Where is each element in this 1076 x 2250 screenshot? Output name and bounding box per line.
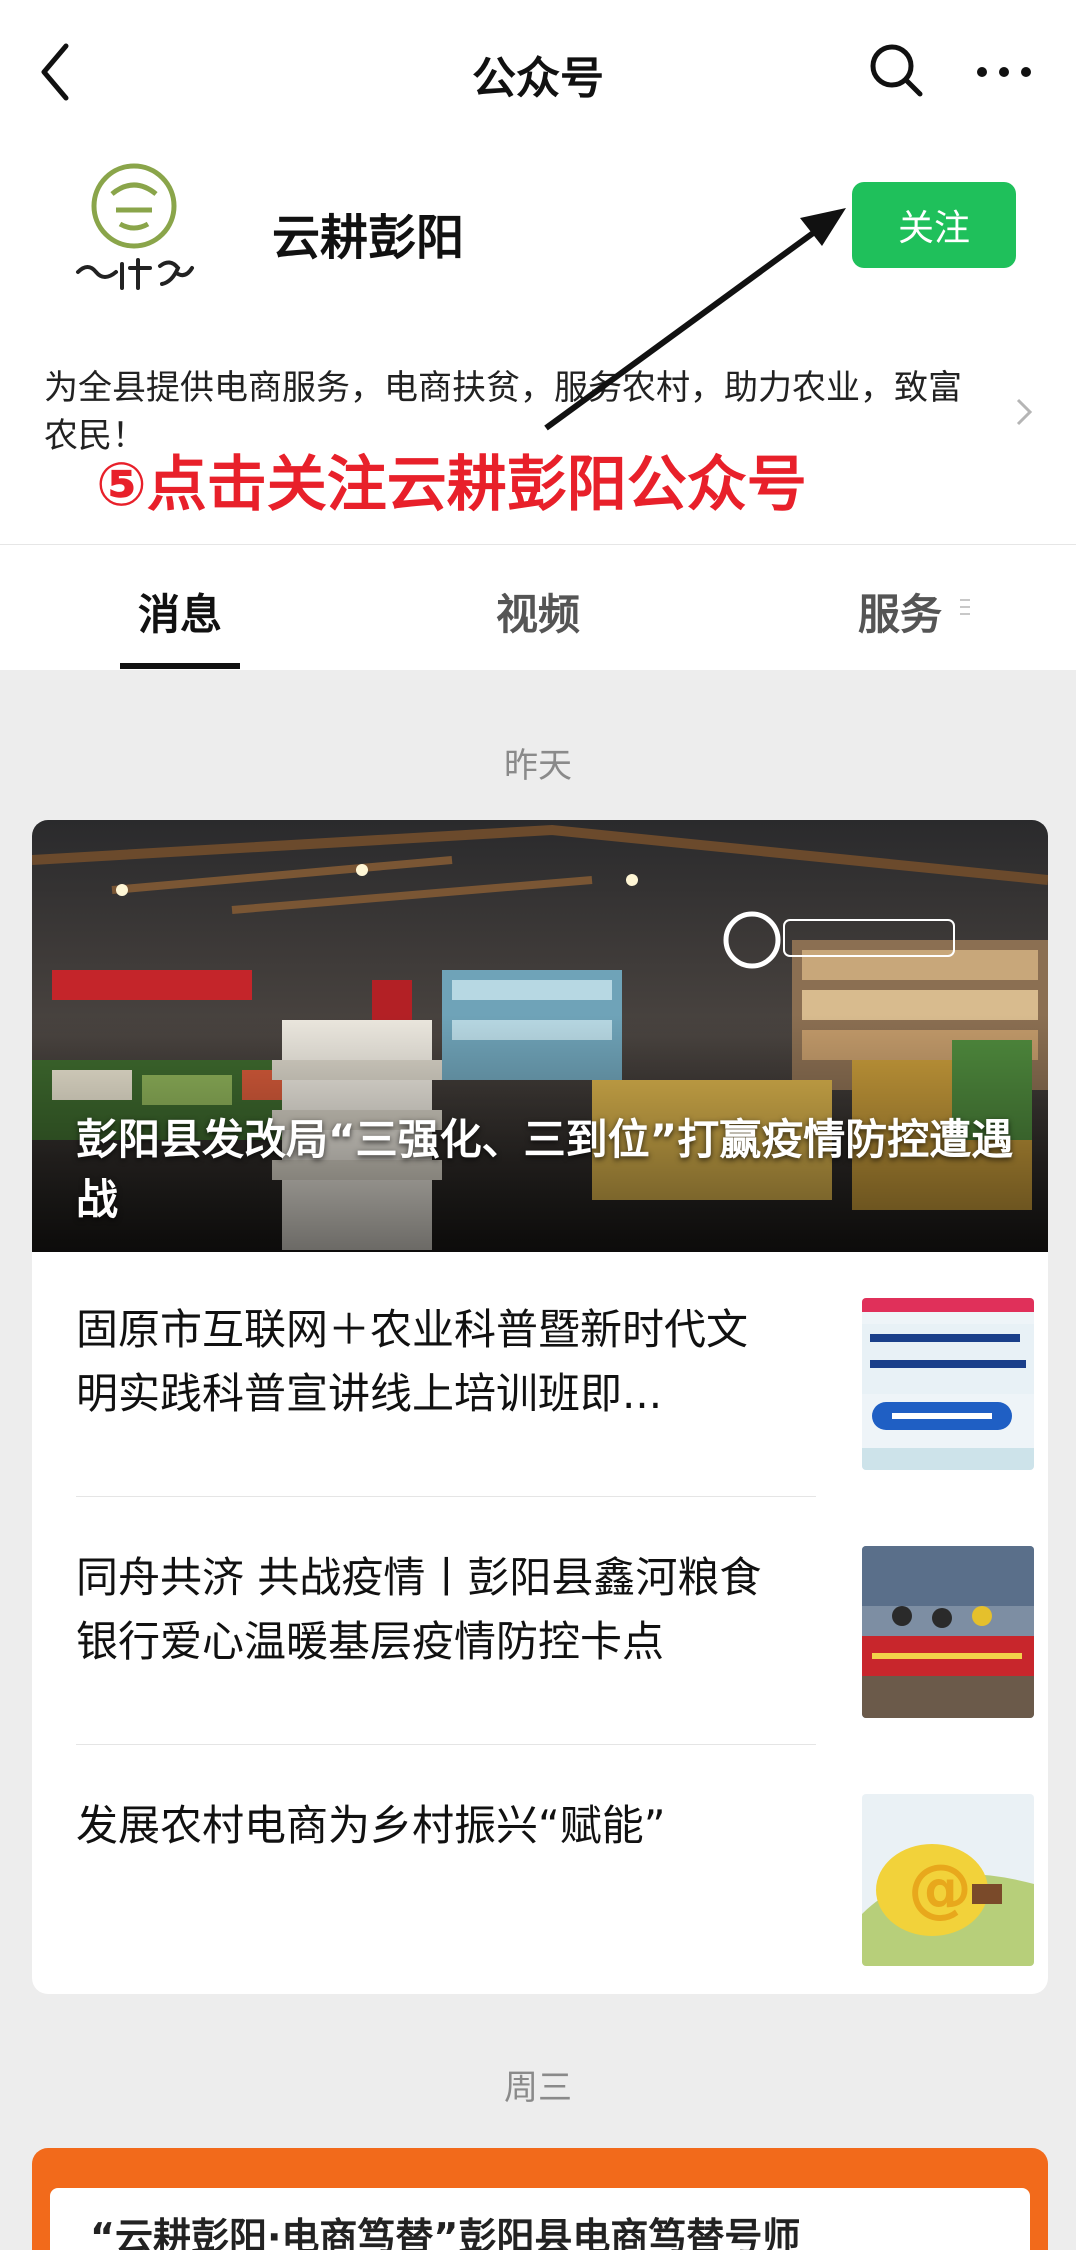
headline-title: 彭阳县发改局“三强化、三到位”打赢疫情防控遭遇战 bbox=[76, 1115, 1014, 1224]
tab-services[interactable]: 服务 bbox=[858, 581, 942, 642]
article-thumbnail: @ bbox=[862, 1794, 1034, 1966]
article-title: 固原市互联网＋农业科普暨新时代文明实践科普宣讲线上培训班即... bbox=[76, 1305, 749, 1418]
article-thumbnail bbox=[862, 1546, 1034, 1718]
next-article-card[interactable]: “云耕彭阳·电商笃替”彭阳县电商笃替号师 bbox=[32, 2148, 1048, 2250]
divider bbox=[76, 1744, 816, 1745]
article-title: 同舟共济 共战疫情丨彭阳县鑫河粮食银行爱心温暖基层疫情防控卡点 bbox=[76, 1553, 762, 1666]
article-thumbnail bbox=[862, 1298, 1034, 1470]
follow-button[interactable]: 关注 bbox=[852, 182, 1016, 268]
tab-messages[interactable]: 消息 bbox=[138, 581, 222, 642]
account-profile: 云耕彭阳 关注 为全县提供电商服务，电商扶贫，服务农村，助力农业，致富农民！ ⑤… bbox=[0, 146, 1076, 544]
tab-bar: 消息 视频 服务 bbox=[0, 544, 1076, 670]
tab-videos[interactable]: 视频 bbox=[496, 581, 580, 642]
day-separator: 周三 bbox=[504, 2068, 572, 2108]
chevron-right-icon[interactable] bbox=[1010, 392, 1038, 432]
more-options-icon[interactable] bbox=[968, 38, 1040, 102]
list-item[interactable]: 同舟共济 共战疫情丨彭阳县鑫河粮食银行爱心温暖基层疫情防控卡点 bbox=[76, 1546, 1034, 1722]
account-logo bbox=[76, 163, 194, 290]
article-title: 发展农村电商为乡村振兴“赋能” bbox=[76, 1801, 666, 1850]
tutorial-annotation: ⑤点击关注云耕彭阳公众号 bbox=[96, 450, 807, 520]
search-icon[interactable] bbox=[864, 38, 928, 102]
list-item[interactable]: 发展农村电商为乡村振兴“赋能” @ bbox=[76, 1794, 1034, 1970]
next-article-title: “云耕彭阳·电商笃替”彭阳县电商笃替号师 bbox=[50, 2188, 1030, 2250]
account-name: 云耕彭阳 bbox=[272, 210, 465, 266]
article-card: 彭阳县发改局“三强化、三到位”打赢疫情防控遭遇战 固原市互联网＋农业科普暨新时代… bbox=[32, 820, 1048, 1994]
top-bar: 公众号 bbox=[0, 0, 1076, 146]
menu-lines-icon bbox=[960, 599, 970, 615]
day-separator: 昨天 bbox=[504, 746, 572, 786]
active-tab-indicator bbox=[120, 663, 240, 669]
svg-text:@: @ bbox=[908, 1852, 972, 1926]
list-item[interactable]: 固原市互联网＋农业科普暨新时代文明实践科普宣讲线上培训班即... bbox=[76, 1298, 1034, 1474]
message-feed: 昨天 彭阳县发改局“三强化、三到位”打赢疫情防控遭遇战 固原市互联网＋农业科普暨… bbox=[0, 670, 1076, 2250]
divider bbox=[76, 1496, 816, 1497]
